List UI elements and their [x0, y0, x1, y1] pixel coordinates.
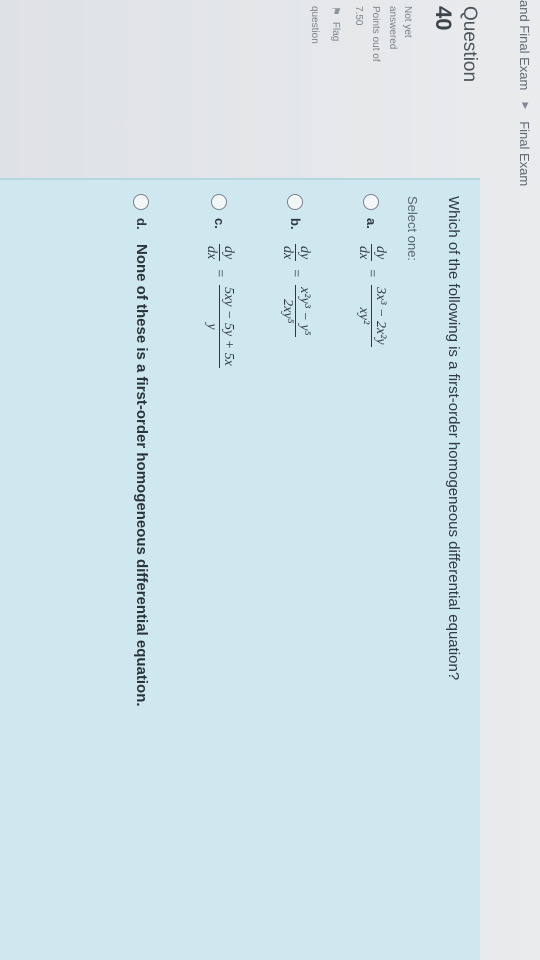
- status-line-2: answered: [387, 6, 398, 50]
- radio-a[interactable]: [363, 194, 380, 210]
- breadcrumb-item-final-exam[interactable]: Final Exam: [518, 121, 533, 186]
- points-value: 7.50: [353, 6, 364, 26]
- points-label: Points out of: [370, 6, 381, 62]
- option-b[interactable]: b. dy dx = x²y³ − y⁵ 2xy⁵: [279, 194, 312, 338]
- denominator: dx: [204, 246, 219, 260]
- rhs-fraction: x²y³ − y⁵ 2xy⁵: [279, 285, 312, 338]
- numerator: dy: [371, 244, 388, 262]
- denominator: y: [204, 323, 219, 330]
- derivative-fraction: dy dx: [203, 244, 236, 262]
- equals-sign: =: [288, 269, 304, 278]
- radio-c[interactable]: [211, 194, 228, 210]
- flag-label: Flag: [330, 21, 341, 42]
- numerator: x²y³ − y⁵: [295, 285, 312, 338]
- derivative-fraction: dy dx: [279, 244, 312, 262]
- rhs-fraction: 3x³ − 2x²y xy²: [355, 285, 388, 347]
- option-letter: c.: [212, 218, 227, 229]
- rhs-fraction: 5xy − 5y + 5x y: [203, 285, 236, 368]
- equals-sign: =: [212, 269, 228, 278]
- option-d-text: None of these is a first-order homogeneo…: [133, 244, 150, 707]
- denominator: xy²: [356, 307, 371, 325]
- option-c[interactable]: c. dy dx = 5xy − 5y + 5x y: [203, 194, 236, 368]
- option-a[interactable]: a. dy dx = 3x³ − 2x²y xy²: [355, 194, 388, 347]
- radio-b[interactable]: [287, 194, 304, 210]
- equation-a: dy dx = 3x³ − 2x²y xy²: [355, 244, 388, 347]
- denominator: dx: [280, 246, 295, 260]
- option-d[interactable]: d. None of these is a first-order homoge…: [133, 194, 150, 707]
- question-panel: Which of the following is a first-order …: [0, 178, 480, 960]
- flag-icon: ⚑: [329, 6, 341, 16]
- equation-c: dy dx = 5xy − 5y + 5x y: [203, 244, 236, 368]
- breadcrumb: and Final Exam ► Final Exam: [512, 0, 538, 186]
- flag-label-question: question: [309, 6, 320, 44]
- equals-sign: =: [364, 269, 380, 278]
- numerator: dy: [219, 244, 236, 262]
- denominator: dx: [356, 246, 371, 260]
- breadcrumb-item-exam[interactable]: and Final Exam: [518, 0, 533, 90]
- denominator: 2xy⁵: [280, 299, 295, 324]
- screen: and Final Exam ► Final Exam Question 40 …: [0, 0, 540, 960]
- radio-d[interactable]: [133, 194, 150, 210]
- option-letter: d.: [134, 218, 149, 230]
- status-line-1: Not yet: [402, 6, 413, 38]
- select-one-label: Select one:: [405, 196, 420, 262]
- equation-b: dy dx = x²y³ − y⁵ 2xy⁵: [279, 244, 312, 338]
- option-letter: b.: [288, 218, 303, 230]
- derivative-fraction: dy dx: [355, 244, 388, 262]
- option-letter: a.: [364, 218, 379, 229]
- question-text: Which of the following is a first-order …: [445, 196, 462, 681]
- numerator: 3x³ − 2x²y: [371, 285, 388, 347]
- numerator: 5xy − 5y + 5x: [219, 285, 236, 368]
- question-label: Question: [459, 6, 480, 83]
- flag-question-button[interactable]: ⚑ Flag: [329, 6, 342, 156]
- breadcrumb-separator-icon: ►: [519, 100, 531, 112]
- question-info: Question 40 Not yet answered Points out …: [308, 6, 480, 156]
- numerator: dy: [295, 244, 312, 262]
- question-number: 40: [431, 6, 456, 31]
